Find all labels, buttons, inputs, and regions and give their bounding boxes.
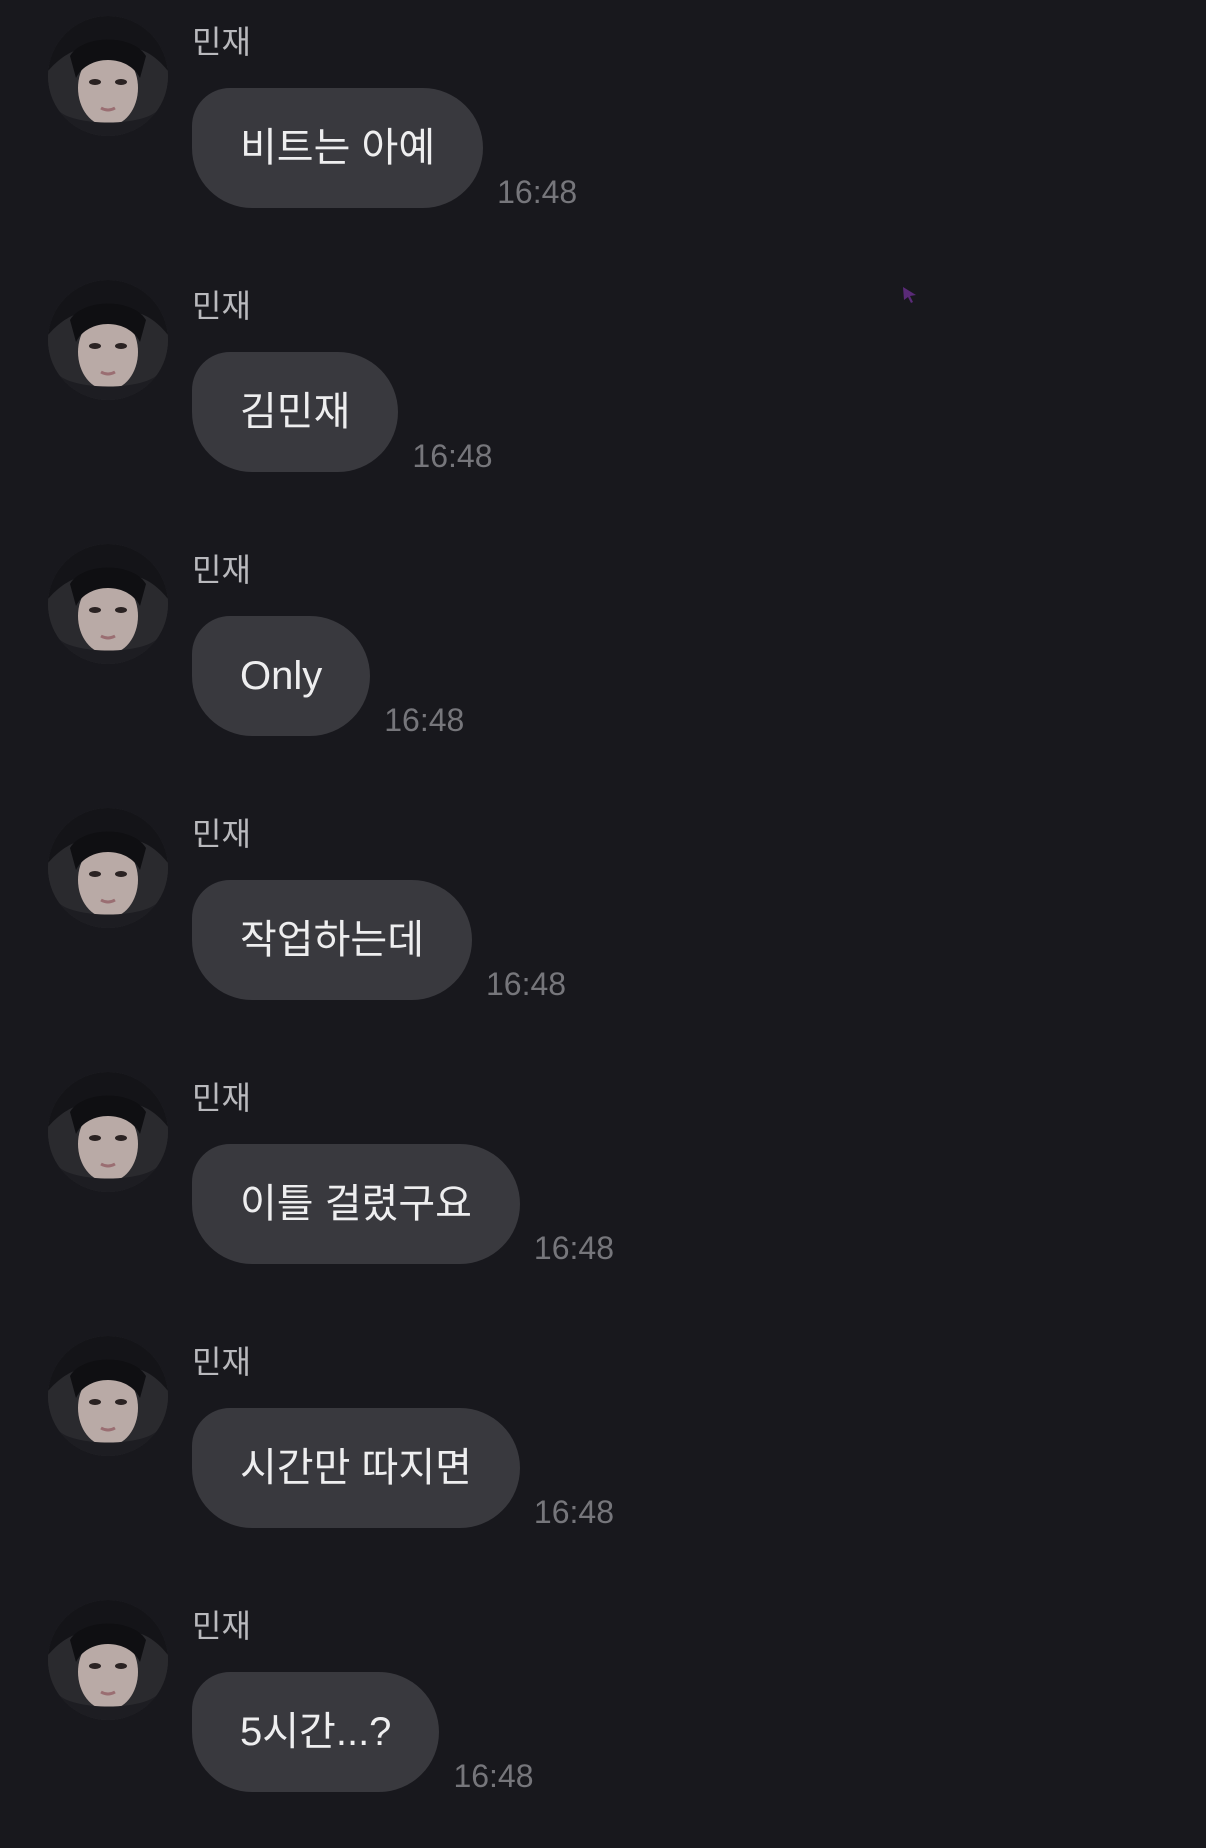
message-timestamp: 16:48 xyxy=(486,966,567,1002)
message-bubble[interactable]: 비트는 아예 xyxy=(192,88,484,208)
message-timestamp: 16:48 xyxy=(533,1230,614,1266)
message-row: 민재 Only 16:48 xyxy=(0,528,1206,792)
profile-photo-icon xyxy=(48,280,168,400)
message-content: 이틀 걸렸구요 16:48 xyxy=(192,1144,614,1266)
message-bubble[interactable]: 5시간...? xyxy=(192,1672,440,1792)
sender-name: 민재 xyxy=(192,1080,251,1116)
sender-name: 민재 xyxy=(192,288,251,324)
message-row: 민재 시간만 따지면 16:48 xyxy=(0,1320,1206,1584)
message-row: 민재 작업하는데 16:48 xyxy=(0,792,1206,1056)
message-content: 비트는 아예 16:48 xyxy=(192,88,577,210)
message-row: 민재 김민재 16:48 xyxy=(0,264,1206,528)
chat-message-list[interactable]: 민재 비트는 아예 16:48 민재 김민재 16:48 민재 Only 16:… xyxy=(0,0,1206,1814)
avatar[interactable] xyxy=(48,1072,168,1192)
message-content: 작업하는데 16:48 xyxy=(192,880,566,1002)
profile-photo-icon xyxy=(48,544,168,664)
message-bubble[interactable]: 김민재 xyxy=(192,352,399,472)
avatar[interactable] xyxy=(48,808,168,928)
message-content: 김민재 16:48 xyxy=(192,352,492,474)
message-content: 5시간...? 16:48 xyxy=(192,1672,534,1794)
sender-name: 민재 xyxy=(192,1608,251,1644)
message-row: 민재 이틀 걸렸구요 16:48 xyxy=(0,1056,1206,1320)
message-row: 민재 비트는 아예 16:48 xyxy=(0,0,1206,264)
avatar[interactable] xyxy=(48,1600,168,1720)
message-timestamp: 16:48 xyxy=(533,1494,614,1530)
message-content: Only 16:48 xyxy=(192,616,464,738)
avatar[interactable] xyxy=(48,16,168,136)
message-content: 시간만 따지면 16:48 xyxy=(192,1408,614,1530)
message-timestamp: 16:48 xyxy=(412,438,493,474)
avatar[interactable] xyxy=(48,280,168,400)
profile-photo-icon xyxy=(48,1600,168,1720)
sender-name: 민재 xyxy=(192,552,251,588)
message-bubble[interactable]: Only xyxy=(192,616,371,736)
message-timestamp: 16:48 xyxy=(497,174,578,210)
profile-photo-icon xyxy=(48,1336,168,1456)
profile-photo-icon xyxy=(48,808,168,928)
message-row: 민재 5시간...? 16:48 xyxy=(0,1584,1206,1848)
message-timestamp: 16:48 xyxy=(384,702,465,738)
sender-name: 민재 xyxy=(192,816,251,852)
profile-photo-icon xyxy=(48,1072,168,1192)
cursor-icon xyxy=(903,287,916,303)
avatar[interactable] xyxy=(48,1336,168,1456)
avatar[interactable] xyxy=(48,544,168,664)
message-timestamp: 16:48 xyxy=(453,1758,534,1794)
sender-name: 민재 xyxy=(192,24,251,60)
profile-photo-icon xyxy=(48,16,168,136)
message-bubble[interactable]: 작업하는데 xyxy=(192,880,472,1000)
message-bubble[interactable]: 이틀 걸렸구요 xyxy=(192,1144,520,1264)
sender-name: 민재 xyxy=(192,1344,251,1380)
message-bubble[interactable]: 시간만 따지면 xyxy=(192,1408,520,1528)
